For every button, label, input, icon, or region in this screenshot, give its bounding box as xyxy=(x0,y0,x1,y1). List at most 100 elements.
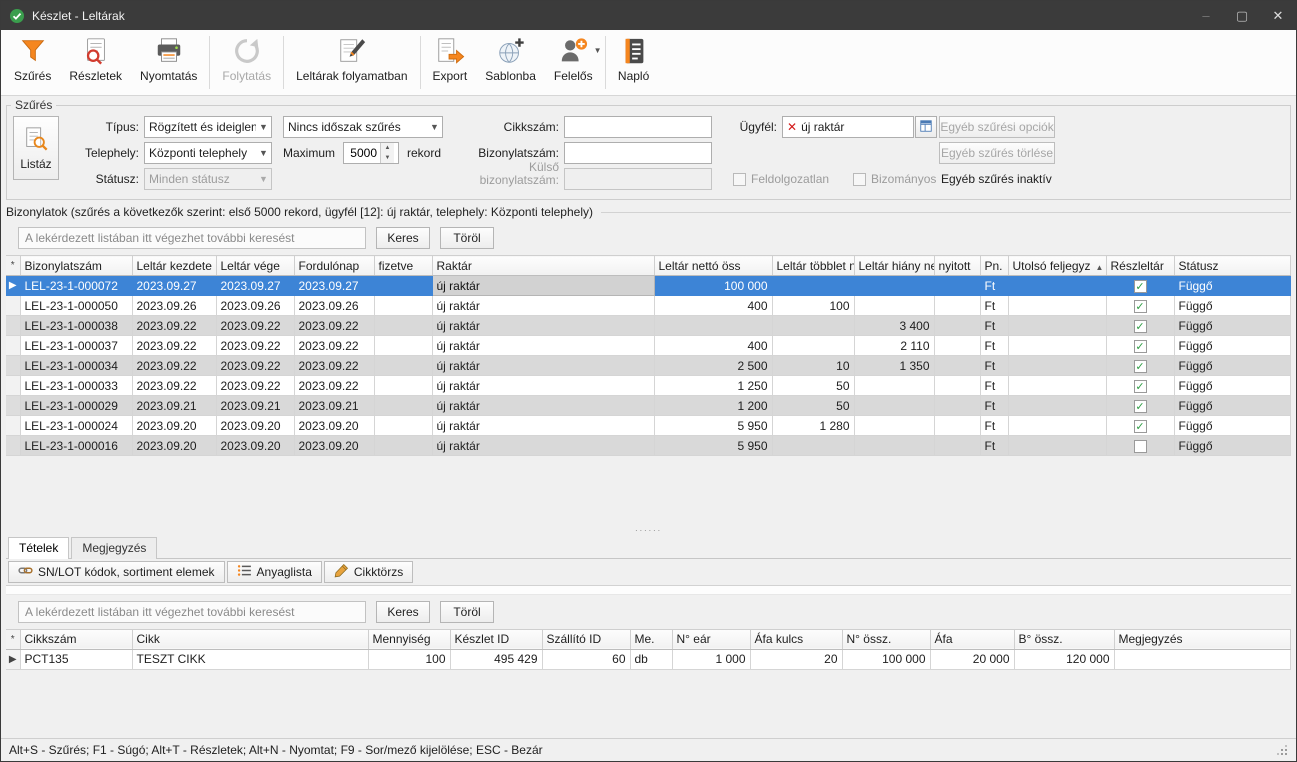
cell-nyitott[interactable] xyxy=(934,396,980,416)
cell-reszleltar[interactable]: ✓ xyxy=(1106,416,1174,436)
cell-fizetve[interactable] xyxy=(374,296,432,316)
cell-utolso[interactable] xyxy=(1008,356,1106,376)
cell-near[interactable]: 1 000 xyxy=(672,649,750,669)
cell-reszleltar[interactable]: ✓ xyxy=(1106,376,1174,396)
cell-raktar[interactable]: új raktár xyxy=(432,296,654,316)
cell-fizetve[interactable] xyxy=(374,436,432,456)
cell-vege[interactable]: 2023.09.20 xyxy=(216,416,294,436)
cell-hiany[interactable] xyxy=(854,376,934,396)
cell-tobblet[interactable]: 100 xyxy=(772,296,854,316)
chevron-down-icon[interactable]: ▼ xyxy=(256,148,271,158)
cell-statusz[interactable]: Függő xyxy=(1174,276,1291,296)
cell-vege[interactable]: 2023.09.27 xyxy=(216,276,294,296)
cell-fordulonap[interactable]: 2023.09.21 xyxy=(294,396,374,416)
cell-utolso[interactable] xyxy=(1008,396,1106,416)
cell-fordulonap[interactable]: 2023.09.27 xyxy=(294,276,374,296)
cell-reszleltar[interactable]: ✓ xyxy=(1106,356,1174,376)
cell-fizetve[interactable] xyxy=(374,356,432,376)
cell-statusz[interactable]: Függő xyxy=(1174,396,1291,416)
cell-bizonylatszam[interactable]: LEL-23-1-000016 xyxy=(20,436,132,456)
cell-raktar[interactable]: új raktár xyxy=(432,356,654,376)
cell-raktar[interactable]: új raktár xyxy=(432,436,654,456)
cell-fordulonap[interactable]: 2023.09.20 xyxy=(294,436,374,456)
cell-statusz[interactable]: Függő xyxy=(1174,356,1291,376)
cikkszam-input[interactable] xyxy=(564,116,712,138)
cell-bizonylatszam[interactable]: LEL-23-1-000050 xyxy=(20,296,132,316)
spinner-buttons[interactable]: ▲▼ xyxy=(380,143,394,163)
column-header-hiany[interactable]: Leltár hiány ne xyxy=(854,256,934,276)
reszleltar-checkbox[interactable]: ✓ xyxy=(1134,280,1147,293)
column-header-fizetve[interactable]: fizetve xyxy=(374,256,432,276)
cell-raktar[interactable]: új raktár xyxy=(432,316,654,336)
documents-torol-button[interactable]: Töröl xyxy=(440,227,494,249)
column-header-megjegyzes[interactable]: Megjegyzés xyxy=(1114,629,1291,649)
cell-pn[interactable]: Ft xyxy=(980,376,1008,396)
cell-fordulonap[interactable]: 2023.09.26 xyxy=(294,296,374,316)
cell-reszleltar[interactable]: ✓ xyxy=(1106,296,1174,316)
cell-raktar[interactable]: új raktár xyxy=(432,276,654,296)
telephely-dropdown[interactable]: Központi telephely ▼ xyxy=(144,142,272,164)
column-header-bizonylatszam[interactable]: Bizonylatszám xyxy=(20,256,132,276)
cell-tobblet[interactable] xyxy=(772,336,854,356)
column-header-netto[interactable]: Leltár nettó öss xyxy=(654,256,772,276)
cell-statusz[interactable]: Függő xyxy=(1174,336,1291,356)
column-header-bossz[interactable]: B° össz. xyxy=(1014,629,1114,649)
details-torol-button[interactable]: Töröl xyxy=(440,601,494,623)
cell-fizetve[interactable] xyxy=(374,396,432,416)
cell-bizonylatszam[interactable]: LEL-23-1-000029 xyxy=(20,396,132,416)
cell-bizonylatszam[interactable]: LEL-23-1-000033 xyxy=(20,376,132,396)
maximum-spinner[interactable]: ▲▼ xyxy=(343,142,399,164)
cell-utolso[interactable] xyxy=(1008,376,1106,396)
cell-statusz[interactable]: Függő xyxy=(1174,296,1291,316)
reszleltar-checkbox[interactable]: ✓ xyxy=(1134,340,1147,353)
cell-fizetve[interactable] xyxy=(374,376,432,396)
cell-fizetve[interactable] xyxy=(374,416,432,436)
cell-nyitott[interactable] xyxy=(934,436,980,456)
cell-utolso[interactable] xyxy=(1008,416,1106,436)
table-row[interactable]: LEL-23-1-0000342023.09.222023.09.222023.… xyxy=(6,356,1291,376)
cell-hiany[interactable] xyxy=(854,416,934,436)
cell-bizonylatszam[interactable]: LEL-23-1-000034 xyxy=(20,356,132,376)
cell-vege[interactable]: 2023.09.22 xyxy=(216,316,294,336)
maximum-input[interactable] xyxy=(344,143,380,163)
cell-hiany[interactable] xyxy=(854,276,934,296)
cell-szallito_id[interactable]: 60 xyxy=(542,649,630,669)
cell-hiany[interactable]: 2 110 xyxy=(854,336,934,356)
details-keres-button[interactable]: Keres xyxy=(376,601,430,623)
column-header-keszlet_id[interactable]: Készlet ID xyxy=(450,629,542,649)
cell-utolso[interactable] xyxy=(1008,336,1106,356)
resize-grip[interactable] xyxy=(1276,744,1288,756)
toolbar-button-nyomtatas[interactable]: Nyomtatás xyxy=(131,32,206,93)
close-button[interactable]: ✕ xyxy=(1260,1,1296,30)
cell-pn[interactable]: Ft xyxy=(980,296,1008,316)
cell-nyitott[interactable] xyxy=(934,296,980,316)
table-row[interactable]: ▶LEL-23-1-0000722023.09.272023.09.272023… xyxy=(6,276,1291,296)
reszleltar-checkbox[interactable]: ✓ xyxy=(1134,420,1147,433)
table-row[interactable]: LEL-23-1-0000502023.09.262023.09.262023.… xyxy=(6,296,1291,316)
cell-utolso[interactable] xyxy=(1008,316,1106,336)
cell-fordulonap[interactable]: 2023.09.20 xyxy=(294,416,374,436)
column-header-raktar[interactable]: Raktár xyxy=(432,256,654,276)
chevron-down-icon[interactable]: ▼ xyxy=(256,122,271,132)
cell-kezdete[interactable]: 2023.09.27 xyxy=(132,276,216,296)
bizonylatszam-input[interactable] xyxy=(564,142,712,164)
cell-tobblet[interactable]: 1 280 xyxy=(772,416,854,436)
toolbar-button-reszletek[interactable]: Részletek xyxy=(60,32,131,93)
tab-megjegyzes[interactable]: Megjegyzés xyxy=(71,537,157,559)
ugyfel-field[interactable]: ✕ új raktár xyxy=(782,116,914,138)
idoszak-dropdown[interactable]: Nincs időszak szűrés ▼ xyxy=(283,116,443,138)
cell-nyitott[interactable] xyxy=(934,376,980,396)
column-header-mennyiseg[interactable]: Mennyiség xyxy=(368,629,450,649)
cell-afa[interactable]: 20 000 xyxy=(930,649,1014,669)
minimize-button[interactable]: – xyxy=(1188,1,1224,30)
cell-statusz[interactable]: Függő xyxy=(1174,316,1291,336)
tipus-dropdown[interactable]: Rögzített és ideiglenes ▼ xyxy=(144,116,272,138)
documents-keres-button[interactable]: Keres xyxy=(376,227,430,249)
cell-netto[interactable] xyxy=(654,316,772,336)
reszleltar-checkbox[interactable]: ✓ xyxy=(1134,380,1147,393)
cell-hiany[interactable]: 3 400 xyxy=(854,316,934,336)
clear-x-icon[interactable]: ✕ xyxy=(787,120,797,134)
table-row[interactable]: LEL-23-1-0000332023.09.222023.09.222023.… xyxy=(6,376,1291,396)
cell-keszlet_id[interactable]: 495 429 xyxy=(450,649,542,669)
cell-reszleltar[interactable]: ✓ xyxy=(1106,276,1174,296)
